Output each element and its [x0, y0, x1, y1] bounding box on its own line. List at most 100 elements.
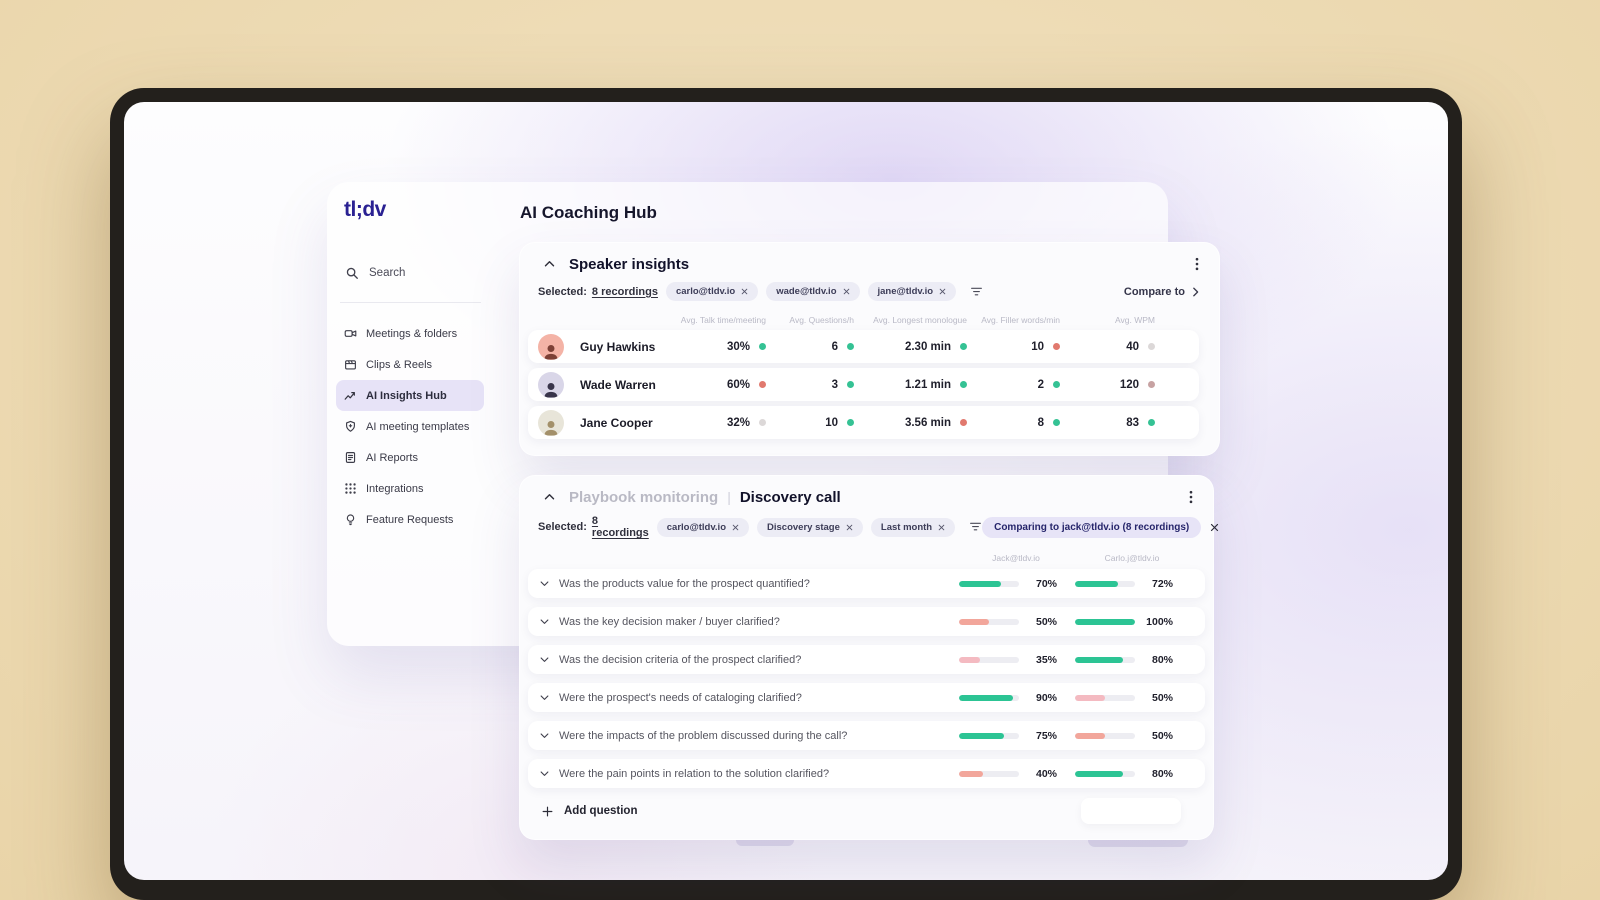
status-dot	[960, 343, 967, 350]
add-question-button[interactable]: Add question	[528, 797, 1205, 825]
sidebar-item-ai-meeting-templates[interactable]: AI meeting templates	[336, 411, 484, 442]
metric-value: 8	[1037, 416, 1044, 429]
playbook-title-muted: Playbook monitoring	[569, 488, 719, 506]
sidebar-item-integrations[interactable]: Integrations	[336, 473, 484, 504]
chevron-down-icon[interactable]	[540, 656, 549, 663]
progress-percent: 70%	[1035, 577, 1057, 590]
chip-label: carlo@tldv.io	[666, 521, 727, 533]
dot-grid-icon	[344, 482, 357, 495]
chevron-down-icon[interactable]	[540, 694, 549, 701]
progress-group-b: 100%	[1075, 616, 1173, 628]
progress-bar	[1075, 580, 1135, 587]
filter-chip-jane[interactable]: jane@tldv.io	[867, 282, 957, 301]
comparing-to-chip[interactable]: Comparing to jack@tldv.io (8 recordings)	[982, 516, 1202, 538]
compare-to-label: Compare to	[1123, 285, 1185, 298]
chip-label: Last month	[880, 521, 933, 533]
speaker-card-header: Speaker insights	[520, 243, 1219, 273]
progress-group-b: 50%	[1075, 692, 1173, 704]
sidebar-item-meetings[interactable]: Meetings & folders	[336, 318, 484, 349]
speaker-filter-row: Selected: 8 recordings carlo@tldv.io wad…	[538, 282, 1203, 301]
progress-percent: 100%	[1146, 615, 1173, 628]
playbook-card-header: Playbook monitoring | Discovery call	[520, 476, 1213, 506]
comparison-column-headers: Jack@tldv.io Carlo.j@tldv.io	[520, 553, 1213, 567]
kebab-menu-icon[interactable]	[1193, 255, 1201, 273]
avatar	[538, 409, 564, 436]
collapse-chevron-up-icon[interactable]	[542, 258, 557, 270]
stacked-card-edge	[1088, 840, 1188, 847]
page-title: AI Coaching Hub	[520, 203, 657, 222]
filter-chip-wade[interactable]: wade@tldv.io	[766, 282, 860, 301]
metric-value: 3.56 min	[904, 416, 951, 429]
selected-label: Selected:	[538, 285, 587, 298]
table-row-guy-hawkins[interactable]: Guy Hawkins 30% 6 2.30 min 10 40	[528, 330, 1199, 363]
selected-recordings-link[interactable]: 8 recordings	[592, 515, 649, 539]
close-comparison-icon[interactable]	[1210, 523, 1219, 532]
playbook-monitoring-card: Playbook monitoring | Discovery call Sel…	[519, 475, 1219, 840]
question-row[interactable]: Were the prospect's needs of cataloging …	[528, 683, 1205, 712]
progress-group-b: 80%	[1075, 654, 1173, 666]
column-header: Avg. Longest monologue	[873, 314, 967, 325]
progress-group-b: 80%	[1075, 768, 1173, 780]
chevron-down-icon[interactable]	[540, 618, 549, 625]
metric-value: 32%	[726, 416, 750, 429]
lightbulb-icon	[344, 513, 357, 526]
marketing-backdrop: tl;dv Search Meetings & folders Clips & …	[0, 0, 1600, 900]
chevron-down-icon[interactable]	[540, 732, 549, 739]
search-input[interactable]: Search	[345, 266, 405, 280]
status-dot	[759, 381, 766, 388]
progress-bar	[959, 694, 1019, 701]
close-icon[interactable]	[939, 288, 946, 295]
progress-percent: 80%	[1151, 653, 1173, 666]
table-row-jane-cooper[interactable]: Jane Cooper 32% 10 3.56 min 8 83	[528, 406, 1199, 439]
selected-recordings-link[interactable]: 8 recordings	[592, 286, 658, 298]
filter-chip-carlo[interactable]: carlo@tldv.io	[665, 282, 759, 301]
progress-bar	[959, 656, 1019, 663]
speaker-insights-card: Speaker insights Selected: 8 recordings …	[519, 242, 1220, 456]
collapse-chevron-up-icon[interactable]	[542, 491, 557, 503]
question-row[interactable]: Were the impacts of the problem discusse…	[528, 721, 1205, 750]
kebab-menu-icon[interactable]	[1187, 488, 1195, 506]
chip-label: Discovery stage	[767, 521, 840, 533]
progress-percent: 50%	[1151, 729, 1173, 742]
close-icon[interactable]	[732, 524, 739, 531]
chevron-down-icon[interactable]	[540, 580, 549, 587]
speaker-card-title: Speaker insights	[569, 255, 690, 273]
question-row[interactable]: Was the decision criteria of the prospec…	[528, 645, 1205, 674]
chevron-down-icon[interactable]	[540, 770, 549, 777]
progress-group-a: 70%	[959, 578, 1057, 590]
sidebar-item-feature-requests[interactable]: Feature Requests	[336, 504, 484, 535]
metric-value: 1.21 min	[904, 378, 951, 391]
compare-to-button[interactable]: Compare to	[1124, 286, 1199, 298]
close-icon[interactable]	[938, 524, 945, 531]
progress-group-a: 50%	[959, 616, 1057, 628]
sidebar-item-ai-insights-hub[interactable]: AI Insights Hub	[336, 380, 484, 411]
question-text: Were the impacts of the problem discusse…	[559, 729, 848, 742]
progress-percent: 35%	[1035, 653, 1057, 666]
table-row-wade-warren[interactable]: Wade Warren 60% 3 1.21 min 2 120	[528, 368, 1199, 401]
sidebar-nav: Meetings & folders Clips & Reels AI Insi…	[336, 318, 484, 535]
question-row[interactable]: Was the products value for the prospect …	[528, 569, 1205, 598]
filter-chip-discovery-stage[interactable]: Discovery stage	[757, 517, 863, 537]
title-divider: |	[727, 489, 731, 505]
filter-chip-carlo[interactable]: carlo@tldv.io	[656, 517, 750, 537]
speaker-name: Wade Warren	[580, 377, 656, 392]
filter-funnel-icon[interactable]	[969, 521, 982, 533]
progress-percent: 50%	[1151, 691, 1173, 704]
metric-value: 120	[1119, 378, 1139, 391]
stacked-card-edge	[736, 840, 794, 846]
close-icon[interactable]	[846, 524, 853, 531]
playbook-filter-row: Selected: 8 recordings carlo@tldv.io Dis…	[538, 515, 1219, 539]
filter-funnel-icon[interactable]	[970, 286, 983, 298]
sidebar-item-clips[interactable]: Clips & Reels	[336, 349, 484, 380]
chip-label: carlo@tldv.io	[675, 286, 736, 297]
shield-icon	[344, 420, 357, 433]
question-text: Was the key decision maker / buyer clari…	[559, 615, 780, 628]
filter-chip-last-month[interactable]: Last month	[870, 517, 956, 537]
progress-percent: 80%	[1151, 767, 1173, 780]
sidebar-item-ai-reports[interactable]: AI Reports	[336, 442, 484, 473]
progress-group-b: 50%	[1075, 730, 1173, 742]
close-icon[interactable]	[843, 288, 850, 295]
question-row[interactable]: Was the key decision maker / buyer clari…	[528, 607, 1205, 636]
question-row[interactable]: Were the pain points in relation to the …	[528, 759, 1205, 788]
close-icon[interactable]	[741, 288, 748, 295]
